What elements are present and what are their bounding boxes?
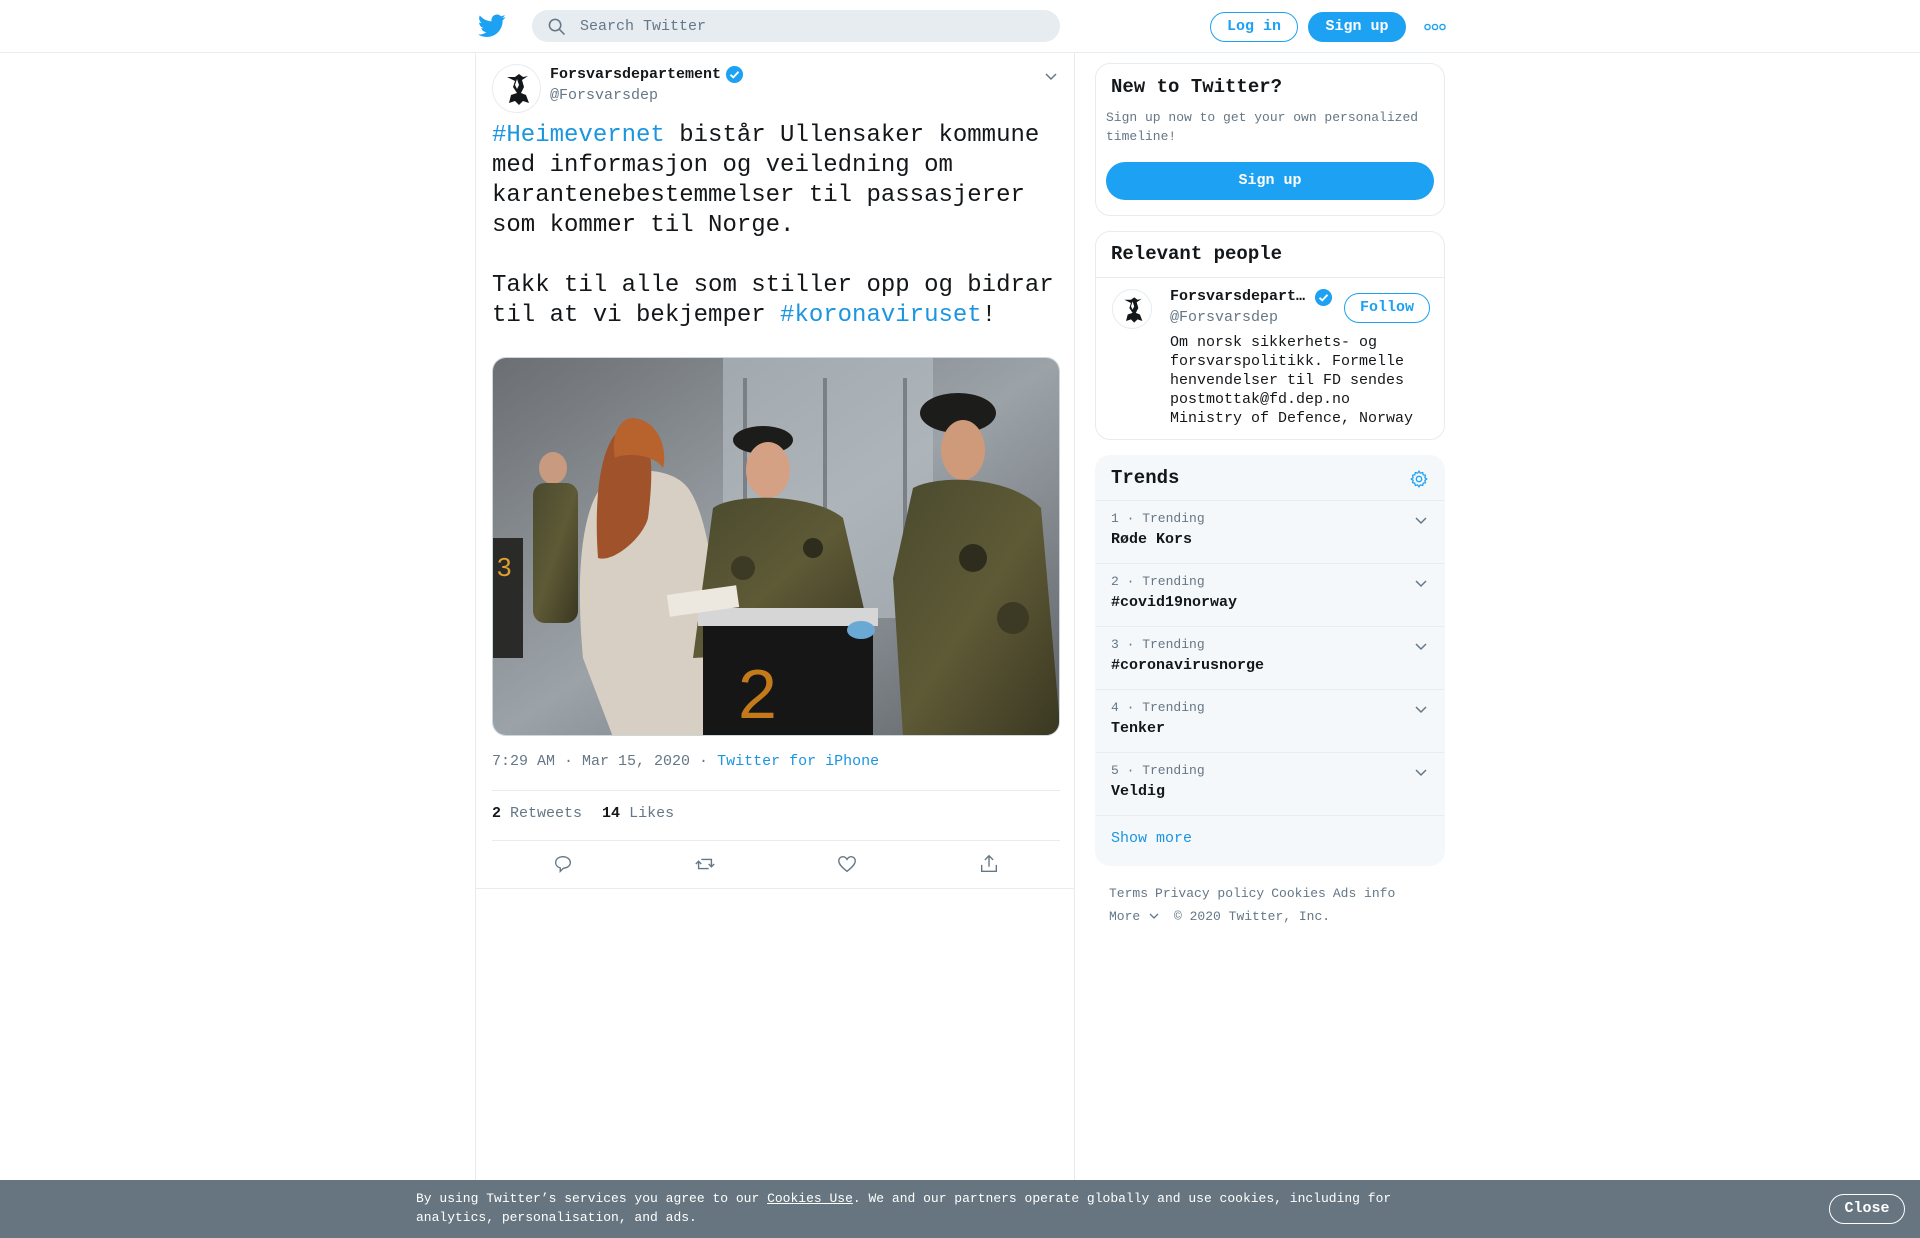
retweets-count: 2 [492,805,502,822]
divider [476,888,1074,889]
trend-name: #coronavirusnorge [1111,657,1265,674]
copyright: © 2020 Twitter, Inc. [1174,909,1331,924]
more-menu-button[interactable]: More [1109,909,1159,924]
trend-name: #covid19norway [1111,594,1238,611]
divider [492,840,1060,841]
twitter-bird-icon[interactable] [478,14,506,38]
trend-item[interactable]: 4 · Trending Tenker [1096,689,1444,752]
retweets-stat[interactable]: 2 Retweets [492,805,582,822]
like-icon[interactable] [836,853,858,875]
new-to-twitter-card: New to Twitter? Sign up now to get your … [1095,63,1445,216]
card-title: Trends [1111,467,1180,489]
login-button[interactable]: Log in [1210,12,1298,42]
trend-item[interactable]: 5 · Trending Veldig [1096,752,1444,815]
verified-icon [725,65,744,84]
trend-meta: 2 · Trending [1111,574,1205,589]
chevron-down-icon[interactable] [1042,69,1060,83]
card-subtitle: Sign up now to get your own personalized… [1106,110,1419,144]
airport-soldiers-photo: 3 2 [493,358,1059,735]
cookie-text-before: By using Twitter’s services you agree to… [416,1191,768,1206]
chevron-down-icon[interactable] [1414,767,1428,777]
cookie-consent-bar: By using Twitter’s services you agree to… [0,1180,1920,1238]
chevron-down-icon[interactable] [1414,641,1428,651]
hashtag-link[interactable]: #Heimevernet [492,122,665,149]
tweet-text: #Heimevernet bistår Ullensaker kommune m… [492,121,1072,331]
chevron-down-icon[interactable] [1414,704,1428,714]
more-label: More [1109,909,1141,924]
trend-meta: 4 · Trending [1111,700,1205,715]
chevron-down-icon[interactable] [1414,578,1428,588]
person-bio: Om norsk sikkerhets- og forsvarspolitikk… [1170,334,1414,427]
divider [1096,277,1444,278]
reply-icon[interactable] [552,853,574,875]
search-icon [548,18,565,35]
follow-button[interactable]: Follow [1344,293,1430,323]
meta-separator: · [690,753,718,770]
trends-card: Trends 1 · Trending Røde Kors 2 · Trendi… [1095,455,1445,866]
trend-meta: 3 · Trending [1111,637,1205,652]
relevant-people-card: Relevant people Forsvarsdepartement @For… [1095,231,1445,440]
footer-links: Terms Privacy policy Cookies Ads info More … [1109,882,1439,928]
trend-name: Veldig [1111,783,1166,800]
retweet-icon[interactable] [694,853,716,875]
svg-text:2: 2 [738,655,777,733]
chevron-down-icon[interactable] [1414,515,1428,525]
tweet-text-body: bistår Ullensaker kommune med informasjo… [492,122,1054,329]
author-handle[interactable]: @Forsvarsdep [550,87,658,104]
tweet-column: Forsvarsdepartement @Forsvarsdep #Heimev… [475,53,1075,1238]
privacy-link[interactable]: Privacy policy [1155,886,1264,901]
divider [1096,815,1444,816]
cookies-use-link[interactable]: Cookies Use [767,1191,853,1206]
verified-icon [1314,288,1333,307]
tweet-stats: 2 Retweets 14 Likes [492,805,674,822]
chevron-down-icon [1149,913,1159,919]
coat-of-arms-logo [1124,297,1143,323]
signup-button[interactable]: Sign up [1308,12,1406,42]
trend-item[interactable]: 3 · Trending #coronavirusnorge [1096,626,1444,689]
cookie-close-button[interactable]: Close [1829,1194,1905,1224]
tweet-text-end: ! [981,302,997,329]
settings-gear-icon[interactable] [1409,469,1429,489]
likes-label: Likes [629,805,675,822]
cookie-text: By using Twitter’s services you agree to… [416,1189,1416,1227]
trend-item[interactable]: 1 · Trending Røde Kors [1096,500,1444,563]
more-dots-icon[interactable] [1424,22,1446,32]
search-input[interactable] [580,10,1040,42]
coat-of-arms-logo [507,74,529,105]
person-handle[interactable]: @Forsvarsdep [1170,309,1278,326]
ads-info-link[interactable]: Ads info [1333,886,1395,901]
tweet-timestamp: 7:29 AM · Mar 15, 2020 · Twitter for iPh… [492,753,879,770]
terms-link[interactable]: Terms [1109,886,1148,901]
tweet-photo[interactable]: 3 2 [492,357,1060,736]
card-title: New to Twitter? [1111,76,1283,98]
tweet-time[interactable]: 7:29 AM · Mar 15, 2020 [492,753,690,770]
trend-meta: 5 · Trending [1111,763,1205,778]
author-avatar[interactable] [492,64,541,113]
share-icon[interactable] [978,853,1000,875]
search-box[interactable] [532,10,1060,42]
trend-name: Røde Kors [1111,531,1193,548]
likes-stat[interactable]: 14 Likes [602,805,674,822]
tweet-actions [492,853,1060,889]
likes-count: 14 [602,805,621,822]
cookies-link[interactable]: Cookies [1271,886,1326,901]
top-header: Log in Sign up [0,0,1920,53]
svg-text:3: 3 [497,552,511,582]
card-title: Relevant people [1111,243,1283,265]
person-avatar[interactable] [1112,289,1152,329]
trend-item[interactable]: 2 · Trending #covid19norway [1096,563,1444,626]
signup-big-button[interactable]: Sign up [1106,162,1434,200]
trend-name: Tenker [1111,720,1166,737]
tweet-source-link[interactable]: Twitter for iPhone [717,753,879,770]
trend-meta: 1 · Trending [1111,511,1205,526]
author-name[interactable]: Forsvarsdepartement [550,66,721,83]
show-more-link[interactable]: Show more [1111,830,1192,847]
person-name[interactable]: Forsvarsdepartement [1170,288,1310,305]
divider [492,790,1060,791]
retweets-label: Retweets [510,805,583,822]
hashtag-link[interactable]: #koronaviruset [780,302,982,329]
